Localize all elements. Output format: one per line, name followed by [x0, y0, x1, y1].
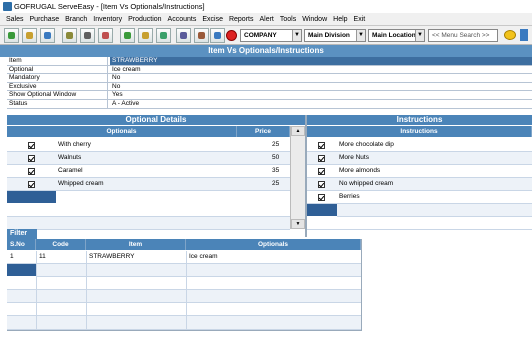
- col-sno[interactable]: S.No: [7, 239, 36, 250]
- print-icon[interactable]: [80, 28, 95, 43]
- app-icon: [3, 2, 12, 11]
- menu-accounts[interactable]: Accounts: [168, 16, 197, 23]
- optional-row[interactable]: With cherry 25: [7, 139, 290, 152]
- menu-alert[interactable]: Alert: [259, 16, 273, 23]
- grid-line: [86, 251, 87, 330]
- division-select[interactable]: Main Division ▼: [304, 29, 366, 42]
- menu-tools[interactable]: Tools: [280, 16, 296, 23]
- help-icon[interactable]: [504, 30, 516, 40]
- checkbox[interactable]: [318, 181, 325, 188]
- menu-production[interactable]: Production: [128, 16, 161, 23]
- chevron-down-icon: ▼: [415, 30, 424, 41]
- new-icon[interactable]: [4, 28, 19, 43]
- col-code[interactable]: Code: [36, 239, 86, 250]
- optional-scrollbar[interactable]: ▲ ▼: [290, 126, 305, 229]
- instruction-row[interactable]: More chocolate dip: [307, 139, 532, 152]
- settings-icon[interactable]: [194, 28, 209, 43]
- checkbox[interactable]: [318, 155, 325, 162]
- instruction-row-empty[interactable]: [337, 204, 532, 217]
- checkbox[interactable]: [28, 155, 35, 162]
- grid-border: [7, 330, 362, 331]
- instruction-row[interactable]: More almonds: [307, 165, 532, 178]
- menu-excise[interactable]: Excise: [202, 16, 223, 23]
- current-row-marker[interactable]: [7, 264, 36, 276]
- menu-exit[interactable]: Exit: [354, 16, 366, 23]
- power-icon[interactable]: [226, 30, 237, 41]
- optional-details-title: Optional Details: [7, 115, 305, 125]
- filter-row-empty[interactable]: [36, 264, 361, 277]
- checkbox[interactable]: [28, 181, 35, 188]
- user-icon[interactable]: [520, 29, 528, 41]
- col-optionals-filter[interactable]: Optionals: [186, 239, 361, 250]
- location-select[interactable]: Main Location ▼: [368, 29, 425, 42]
- menu-window[interactable]: Window: [302, 16, 327, 23]
- menu-branch[interactable]: Branch: [65, 16, 87, 23]
- filter-row-empty[interactable]: [7, 290, 361, 303]
- chevron-down-icon: ▼: [356, 30, 365, 41]
- info-row-exclusive[interactable]: Exclusive No: [7, 82, 532, 92]
- optional-row[interactable]: Whipped cream 25: [7, 178, 290, 191]
- paste-icon[interactable]: [156, 28, 171, 43]
- company-select[interactable]: COMPANY ▼: [240, 29, 302, 42]
- instruction-row[interactable]: No whipped cream: [307, 178, 532, 191]
- col-price[interactable]: Price: [237, 126, 290, 137]
- tools-icon[interactable]: [176, 28, 191, 43]
- info-row-optional[interactable]: Optional Ice cream: [7, 65, 532, 75]
- optional-row-empty[interactable]: [7, 204, 290, 217]
- filter-row[interactable]: 1 11 STRAWBERRY Ice cream: [7, 251, 361, 264]
- filter-row-empty[interactable]: [7, 303, 361, 316]
- open-icon[interactable]: [22, 28, 37, 43]
- info-row-mandatory[interactable]: Mandatory No: [7, 74, 532, 83]
- optional-row-empty[interactable]: [7, 217, 290, 230]
- menu-help[interactable]: Help: [333, 16, 347, 23]
- menu-purchase[interactable]: Purchase: [30, 16, 60, 23]
- instruction-row[interactable]: More Nuts: [307, 152, 532, 165]
- edit-icon[interactable]: [62, 28, 77, 43]
- checkbox[interactable]: [318, 142, 325, 149]
- chart-icon[interactable]: [210, 28, 225, 43]
- save-icon[interactable]: [40, 28, 55, 43]
- copy-icon[interactable]: [138, 28, 153, 43]
- scroll-down-icon[interactable]: ▼: [291, 219, 305, 229]
- filter-label: Filter: [7, 229, 37, 239]
- col-optionals[interactable]: Optionals: [7, 126, 237, 137]
- optional-row[interactable]: Caramel 35: [7, 165, 290, 178]
- grid-line: [186, 251, 187, 330]
- col-item[interactable]: Item: [86, 239, 186, 250]
- menu-reports[interactable]: Reports: [229, 16, 254, 23]
- checkbox[interactable]: [28, 168, 35, 175]
- cut-icon[interactable]: [120, 28, 135, 43]
- checkbox[interactable]: [318, 168, 325, 175]
- checkbox[interactable]: [28, 142, 35, 149]
- panel-divider: [305, 115, 307, 237]
- info-row-status[interactable]: Status A - Active: [7, 99, 532, 109]
- current-row-marker[interactable]: [7, 191, 56, 203]
- col-instructions[interactable]: Instructions: [307, 126, 532, 137]
- toolbar: COMPANY ▼ Main Division ▼ Main Location …: [0, 26, 532, 45]
- chevron-down-icon: ▼: [292, 30, 301, 41]
- info-row-item[interactable]: Item STRAWBERRY: [7, 57, 532, 66]
- checkbox[interactable]: [318, 194, 325, 201]
- optional-row[interactable]: Walnuts 50: [7, 152, 290, 165]
- filter-row-empty[interactable]: [7, 316, 361, 330]
- preview-icon[interactable]: [98, 28, 113, 43]
- page-title: Item Vs Optionals/Instructions: [0, 45, 532, 57]
- current-row-marker[interactable]: [307, 204, 337, 216]
- menu-inventory[interactable]: Inventory: [93, 16, 122, 23]
- item-info-grid: Item STRAWBERRY Optional Ice cream Manda…: [7, 57, 532, 109]
- grid-border: [361, 239, 362, 330]
- grid-line: [36, 251, 37, 330]
- scroll-up-icon[interactable]: ▲: [291, 126, 305, 136]
- instruction-row-empty[interactable]: [307, 217, 532, 230]
- menu-sales[interactable]: Sales: [6, 16, 24, 23]
- info-row-show-optional-window[interactable]: Show Optional Window Yes: [7, 91, 532, 100]
- window-title: GOFRUGAL ServeEasy - [Item Vs Optionals/…: [14, 2, 205, 11]
- menu-bar: Sales Purchase Branch Inventory Producti…: [0, 13, 532, 26]
- window-title-bar: GOFRUGAL ServeEasy - [Item Vs Optionals/…: [0, 0, 532, 13]
- menu-search-input[interactable]: << Menu Search >>: [428, 29, 498, 42]
- instructions-title: Instructions: [307, 115, 532, 125]
- filter-row-empty[interactable]: [7, 277, 361, 290]
- instruction-row[interactable]: Berries: [307, 191, 532, 204]
